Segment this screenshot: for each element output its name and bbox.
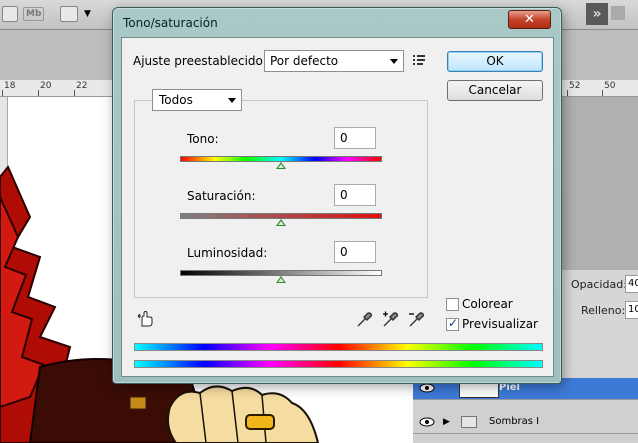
dialog-body: Ajuste preestablecido: Por defecto OK Ca… bbox=[121, 37, 554, 377]
eye-icon[interactable] bbox=[419, 416, 435, 428]
ruler-mark bbox=[2, 90, 3, 96]
channel-value: Todos bbox=[159, 93, 193, 107]
opacity-label: Opacidad: bbox=[571, 278, 627, 291]
eyedropper-icon[interactable] bbox=[355, 310, 373, 328]
app-close-icon[interactable] bbox=[611, 6, 625, 20]
opacity-field[interactable]: 40 bbox=[625, 275, 638, 293]
cancel-button[interactable]: Cancelar bbox=[447, 80, 543, 101]
ruler-tick: 18 bbox=[4, 81, 16, 91]
ruler-tick: 20 bbox=[40, 81, 52, 91]
fill-field[interactable]: 100 bbox=[625, 301, 638, 319]
ruler-tick: 50 bbox=[604, 81, 616, 91]
screen-mode-dropdown-icon[interactable]: ▼ bbox=[84, 9, 91, 19]
chevron-down-icon bbox=[390, 59, 398, 64]
channel-dropdown[interactable]: Todos bbox=[152, 89, 242, 111]
preset-dropdown[interactable]: Por defecto bbox=[264, 50, 404, 72]
adjustment-group bbox=[134, 100, 428, 298]
colorize-label[interactable]: Colorear bbox=[462, 297, 513, 311]
lightness-field[interactable]: 0 bbox=[334, 241, 376, 263]
hue-field[interactable]: 0 bbox=[334, 127, 376, 149]
close-button[interactable]: ✕ bbox=[508, 10, 551, 29]
expand-triangle-icon[interactable]: ▶ bbox=[443, 417, 450, 427]
ruler-mark bbox=[567, 90, 568, 96]
saturation-field[interactable]: 0 bbox=[334, 184, 376, 206]
eyedropper-plus-icon[interactable] bbox=[381, 310, 399, 328]
hue-slider-thumb[interactable] bbox=[276, 162, 286, 169]
preset-label: Ajuste preestablecido: bbox=[133, 54, 267, 68]
hue-label: Tono: bbox=[187, 132, 219, 146]
tool-preset-icon[interactable] bbox=[2, 6, 18, 22]
preset-value: Por defecto bbox=[270, 54, 339, 68]
dialog-title: Tono/saturación bbox=[123, 16, 218, 30]
workspace-overflow-icon[interactable]: » bbox=[586, 3, 608, 25]
mini-bridge-icon[interactable]: Mb bbox=[23, 7, 45, 21]
preview-label[interactable]: Previsualizar bbox=[462, 317, 538, 331]
saturation-slider-thumb[interactable] bbox=[276, 219, 286, 226]
output-spectrum-bar bbox=[134, 360, 543, 368]
layer-name: Sombras I bbox=[489, 416, 540, 427]
ruler-mark bbox=[38, 90, 39, 96]
ruler-tick: 22 bbox=[76, 81, 88, 91]
layers-list: Piel ▶ Sombras I bbox=[413, 378, 638, 443]
hue-saturation-dialog: Tono/saturación ✕ Ajuste preestablecido:… bbox=[112, 7, 562, 384]
lightness-slider-thumb[interactable] bbox=[276, 276, 286, 283]
saturation-label: Saturación: bbox=[187, 189, 256, 203]
chevron-down-icon bbox=[228, 98, 236, 103]
ruler-mark bbox=[602, 90, 603, 96]
ruler-tick: 52 bbox=[569, 81, 581, 91]
fill-label: Relleno: bbox=[581, 304, 626, 317]
colorize-checkbox[interactable] bbox=[446, 298, 459, 311]
hand-adjust-icon[interactable] bbox=[137, 310, 155, 328]
ok-button[interactable]: OK bbox=[447, 51, 543, 72]
ruler-mark bbox=[74, 90, 75, 96]
preview-checkbox[interactable] bbox=[446, 316, 459, 331]
eyedropper-minus-icon[interactable] bbox=[407, 310, 425, 328]
hand-with-ring bbox=[167, 385, 320, 443]
lightness-label: Luminosidad: bbox=[187, 246, 268, 260]
folder-icon bbox=[461, 416, 477, 428]
layer-row[interactable]: ▶ Sombras I bbox=[413, 412, 638, 434]
input-spectrum-bar bbox=[134, 343, 543, 351]
preset-menu-icon[interactable] bbox=[413, 54, 427, 66]
screen-mode-icon[interactable] bbox=[60, 6, 78, 22]
